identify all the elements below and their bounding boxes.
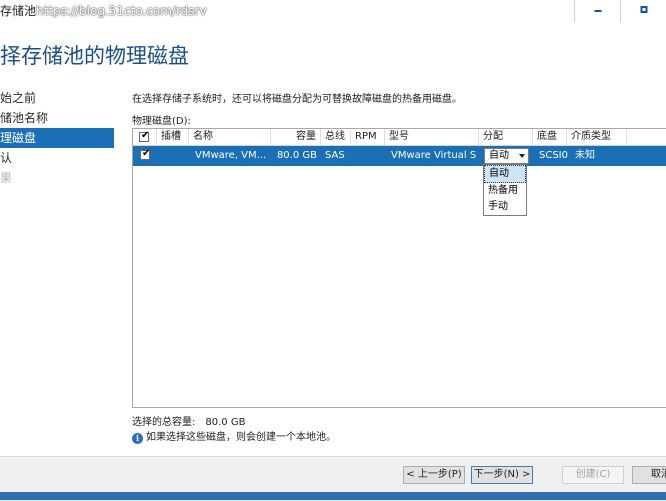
column-header-slot[interactable]: 插槽 — [157, 129, 189, 145]
cell-rpm — [351, 146, 385, 166]
row-checkbox[interactable]: ✔ — [140, 148, 151, 160]
cell-capacity: 80.0 GB — [276, 150, 317, 161]
watermark-url: https://blog.51cto.com/rdsrv — [36, 4, 207, 18]
allocation-select-value: 自动 — [489, 150, 509, 161]
check-icon: ✔ — [142, 148, 151, 159]
nav-item-physical-disks[interactable]: 理磁盘 — [0, 128, 114, 148]
title-bar: 存储池https://blog.51cto.com/rdsrv — [0, 0, 666, 22]
window-title: 存储池https://blog.51cto.com/rdsrv — [0, 2, 207, 19]
create-button[interactable]: 创建(C) — [562, 466, 624, 484]
cell-chassis: SCSI0 — [539, 150, 568, 161]
column-header-capacity[interactable]: 容量 — [271, 129, 321, 145]
total-capacity: 选择的总容量: 80.0 GB — [132, 413, 245, 428]
description-text: 在选择存储子系统时，还可以将磁盘分配为可替换故障磁盘的热备用磁盘。 — [132, 94, 462, 105]
minimize-button[interactable] — [574, 0, 620, 22]
column-header-rpm[interactable]: RPM — [351, 129, 385, 145]
select-all-cell[interactable]: ✔ — [133, 129, 157, 145]
nav-item-results: 果 — [0, 171, 13, 185]
column-header-name[interactable]: 名称 — [189, 129, 271, 145]
column-header-allocation[interactable]: 分配 — [479, 129, 533, 145]
nav-item-confirmation[interactable]: 认 — [0, 148, 114, 168]
column-header-bus[interactable]: 总线 — [321, 129, 351, 145]
cell-bus: SAS — [325, 150, 345, 161]
cell-name: VMware, VM... — [195, 150, 267, 161]
info-text: 如果选择这些磁盘，则会创建一个本地池。 — [146, 432, 336, 443]
taskbar-strip — [0, 492, 666, 500]
previous-button[interactable]: < 上一步(P) — [403, 466, 465, 484]
cell-model: VMware Virtual S — [391, 150, 477, 161]
select-all-checkbox[interactable]: ✔ — [139, 130, 150, 142]
maximize-icon — [640, 6, 647, 13]
physical-disks-label: 物理磁盘(D): — [132, 116, 191, 127]
check-icon: ✔ — [141, 130, 150, 141]
option-hot-spare[interactable]: 热备用 — [484, 183, 526, 199]
page-title: 择存储池的物理磁盘 — [0, 44, 189, 68]
total-capacity-value: 80.0 GB — [205, 417, 246, 428]
maximize-button[interactable] — [620, 0, 666, 22]
table-row[interactable]: ✔ VMware, VM... 80.0 GB SAS VMware Virtu… — [133, 146, 666, 166]
chevron-down-icon — [519, 154, 525, 158]
option-auto[interactable]: 自动 — [484, 165, 526, 183]
info-icon: i — [132, 433, 143, 444]
allocation-select[interactable]: 自动 — [484, 148, 529, 164]
cell-media-type: 未知 — [575, 150, 595, 161]
column-header-chassis[interactable]: 底盘 — [533, 129, 567, 145]
minimize-icon — [594, 10, 601, 12]
nav-item-pool-name[interactable]: 储池名称 — [0, 108, 114, 128]
option-manual[interactable]: 手动 — [484, 199, 526, 215]
column-header-model[interactable]: 型号 — [385, 129, 479, 145]
info-message: i 如果选择这些磁盘，则会创建一个本地池。 — [132, 428, 336, 444]
total-capacity-label: 选择的总容量: — [132, 417, 196, 428]
physical-disks-grid: ✔ 插槽 名称 容量 总线 RPM 型号 分配 底盘 介质类型 ✔ VMware… — [132, 128, 666, 408]
nav-item-before-you-begin[interactable]: 始之前 — [0, 88, 114, 108]
allocation-dropdown-list: 自动 热备用 手动 — [483, 164, 527, 216]
wizard-nav: 始之前 储池名称 理磁盘 认 果 — [0, 88, 114, 188]
grid-header: ✔ 插槽 名称 容量 总线 RPM 型号 分配 底盘 介质类型 — [133, 129, 666, 146]
title-prefix: 存储池 — [0, 4, 37, 18]
next-button[interactable]: 下一步(N) > — [471, 466, 533, 484]
cancel-button[interactable]: 取消 — [632, 466, 666, 484]
column-header-media-type[interactable]: 介质类型 — [567, 129, 627, 145]
cell-slot — [157, 146, 189, 166]
